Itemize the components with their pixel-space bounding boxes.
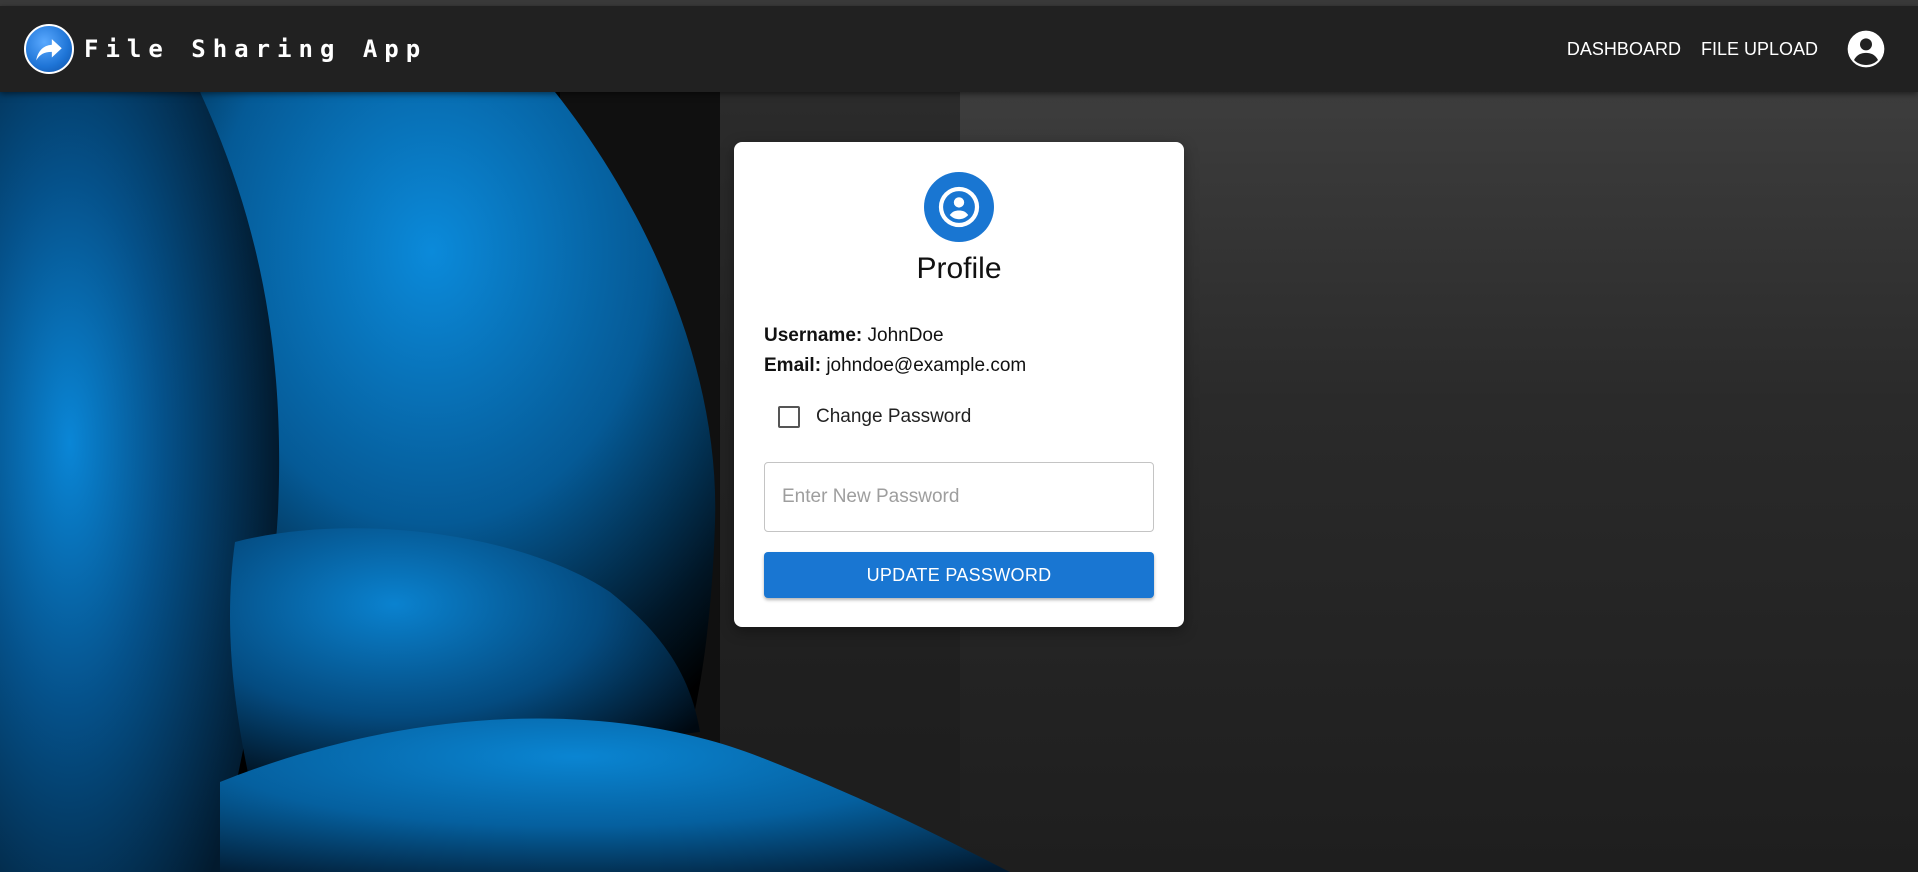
profile-card: Profile Username: JohnDoe Email: johndoe… <box>734 142 1184 627</box>
username-value: JohnDoe <box>867 325 944 346</box>
change-password-checkbox-row[interactable]: Change Password <box>778 402 971 432</box>
email-value: johndoe@example.com <box>826 355 1027 376</box>
top-navbar: File Sharing App DASHBOARD FILE UPLOAD <box>0 6 1918 92</box>
nav-link-dashboard[interactable]: DASHBOARD <box>1567 39 1681 60</box>
share-arrow-icon <box>24 24 74 74</box>
username-row: Username: JohnDoe <box>764 325 944 347</box>
email-label: Email: <box>764 355 822 376</box>
new-password-input[interactable] <box>764 462 1154 532</box>
username-label: Username: <box>764 325 863 346</box>
nav-links: DASHBOARD FILE UPLOAD <box>1547 28 1886 70</box>
change-password-checkbox[interactable] <box>778 406 800 428</box>
change-password-label[interactable]: Change Password <box>816 406 971 428</box>
profile-title: Profile <box>916 252 1002 285</box>
brand[interactable]: File Sharing App <box>24 24 427 74</box>
nav-link-file-upload[interactable]: FILE UPLOAD <box>1701 39 1818 60</box>
account-circle-icon <box>924 172 994 242</box>
app-title: File Sharing App <box>84 35 428 63</box>
email-row: Email: johndoe@example.com <box>764 355 1026 377</box>
account-icon[interactable] <box>1846 29 1886 69</box>
update-password-button[interactable]: UPDATE PASSWORD <box>764 552 1154 598</box>
